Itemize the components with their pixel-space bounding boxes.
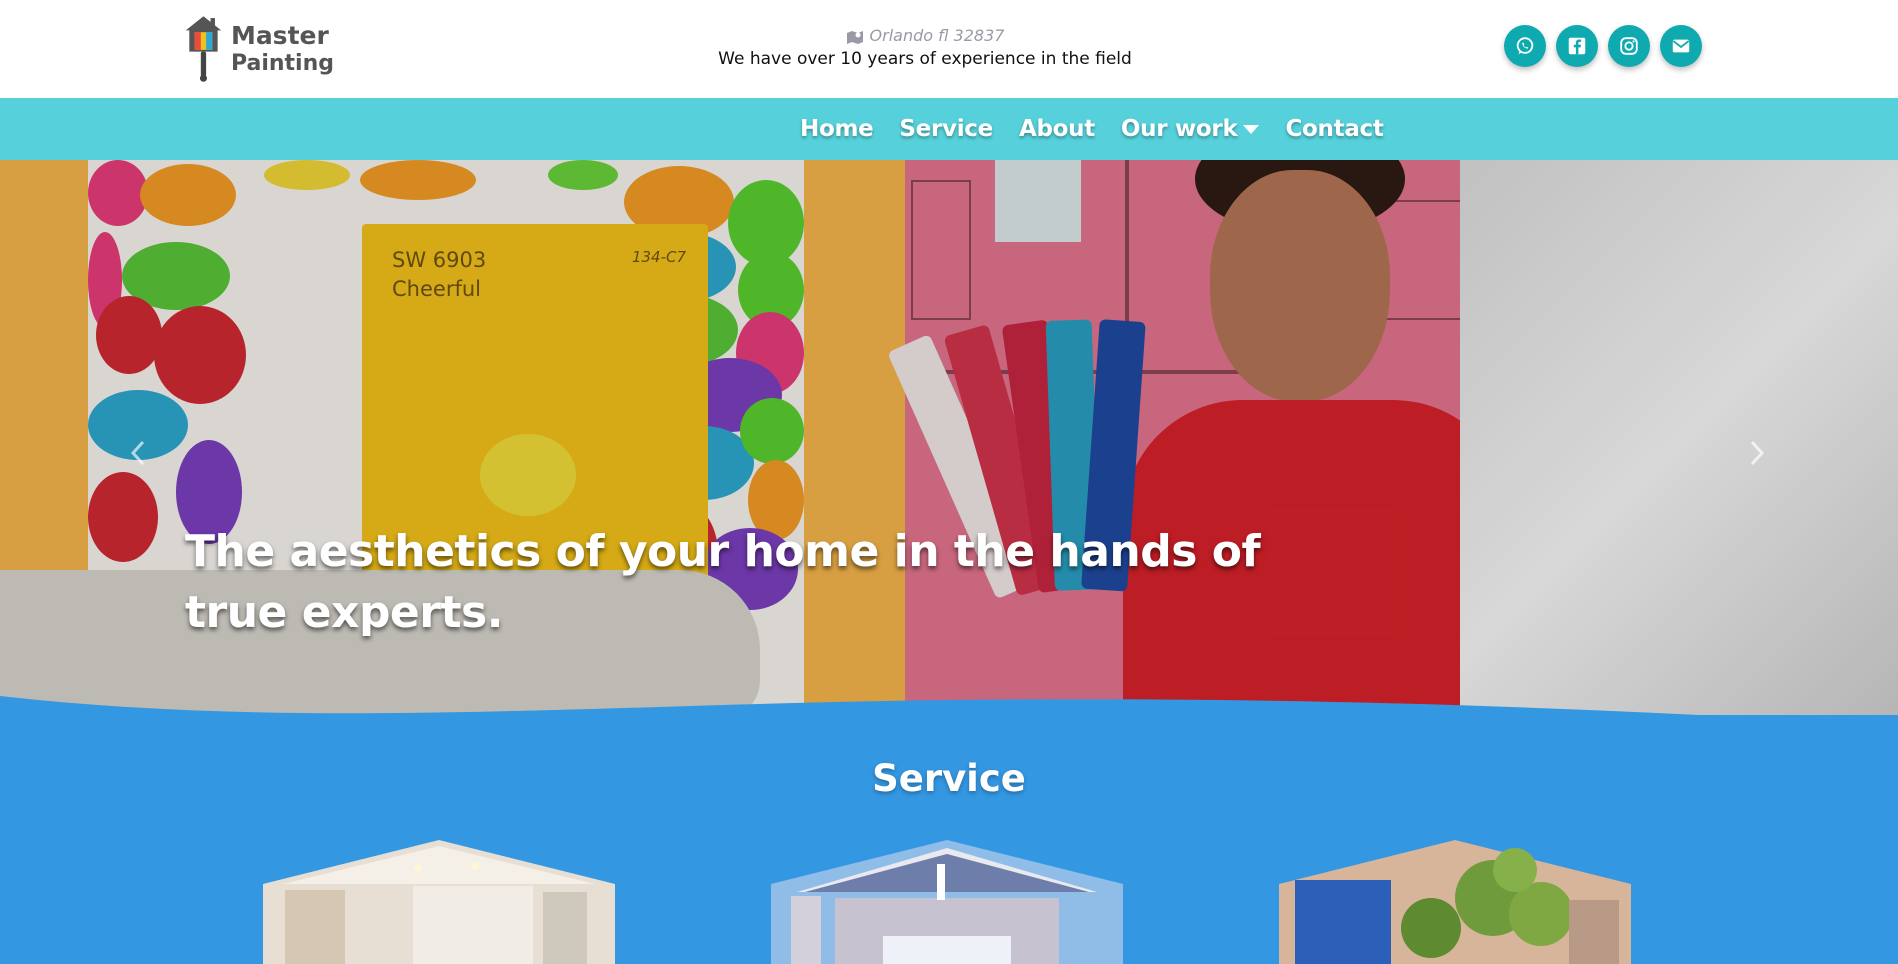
location: Orlando fl 32837: [640, 26, 1210, 45]
nav-contact[interactable]: Contact: [1285, 116, 1383, 142]
service-card-garden[interactable]: [1279, 840, 1631, 964]
instagram-button[interactable]: [1608, 25, 1650, 67]
chevron-right-icon: [1750, 440, 1765, 466]
whatsapp-icon: [1516, 37, 1534, 55]
nav-about-label: About: [1018, 116, 1095, 142]
logo-text: Master Painting: [230, 20, 334, 76]
chevron-left-icon: [130, 440, 145, 466]
nav-service[interactable]: Service: [899, 116, 993, 142]
instagram-icon: [1620, 37, 1638, 55]
envelope-icon: [1672, 39, 1690, 53]
nav-contact-label: Contact: [1285, 116, 1384, 142]
nav-home[interactable]: Home: [800, 116, 874, 142]
logo-line-1: Master: [230, 20, 329, 50]
logo[interactable]: Master Painting: [184, 10, 334, 88]
hero-caption: The aesthetics of your home in the hands…: [185, 526, 1261, 638]
nav-home-label: Home: [800, 116, 874, 142]
paint-brush-house-icon: [185, 16, 222, 82]
nav-service-label: Service: [899, 116, 993, 142]
facebook-icon: [1568, 37, 1586, 55]
top-header: Master Painting Orlando fl 32837 We have…: [0, 0, 1898, 98]
header-info: Orlando fl 32837 We have over 10 years o…: [640, 26, 1210, 69]
logo-line-2: Painting: [230, 50, 334, 76]
caret-down-icon: [1243, 124, 1260, 134]
nav-our-work-label: Our work: [1120, 116, 1238, 142]
service-section: Service: [0, 715, 1898, 964]
service-card-exterior[interactable]: [771, 840, 1123, 964]
experience-tagline: We have over 10 years of experience in t…: [718, 49, 1132, 69]
service-card-interior[interactable]: [263, 840, 615, 964]
house-exterior-image: [771, 840, 1123, 964]
nav-our-work[interactable]: Our work: [1121, 116, 1260, 142]
nav-about[interactable]: About: [1019, 116, 1095, 142]
garden-painter-image: [1279, 840, 1631, 964]
map-marker-icon: [846, 30, 863, 44]
social-links: [1504, 25, 1702, 67]
service-title: Service: [872, 757, 1026, 800]
carousel-prev-button[interactable]: [123, 435, 153, 471]
carousel-next-button[interactable]: [1742, 435, 1772, 471]
email-button[interactable]: [1660, 25, 1702, 67]
nav-items: Home Service About Our work Contact: [800, 98, 1384, 160]
hero-carousel: SW 6903 Cheerful 134-C7 The aesthetics o…: [0, 160, 1898, 720]
location-text: Orlando fl 32837: [869, 26, 1005, 45]
whatsapp-button[interactable]: [1504, 25, 1546, 67]
interior-room-image: [263, 840, 615, 964]
main-nav: Home Service About Our work Contact: [0, 98, 1898, 160]
facebook-button[interactable]: [1556, 25, 1598, 67]
